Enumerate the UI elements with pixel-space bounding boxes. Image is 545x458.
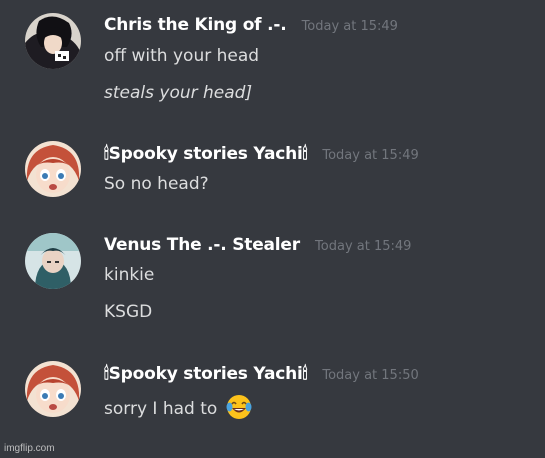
message-text: off with your head	[104, 46, 260, 66]
username[interactable]: Venus The .-. Stealer	[104, 235, 300, 255]
watermark: imgflip.com	[4, 443, 55, 454]
message-text-content: sorry I had to	[104, 399, 218, 419]
timestamp[interactable]: Today at 15:50	[322, 368, 418, 383]
message-text: sorry I had to	[104, 394, 252, 426]
username[interactable]: 🕯Spooky stories Yachi🕯	[104, 144, 307, 164]
timestamp[interactable]: Today at 15:49	[322, 148, 418, 163]
avatar[interactable]	[25, 361, 81, 417]
message-text-italic: steals your head]	[104, 83, 253, 103]
message-header: 🕯Spooky stories Yachi🕯 Today at 15:50	[104, 363, 419, 387]
message-header: Venus The .-. Stealer Today at 15:49	[104, 234, 411, 258]
red-haired-anime-avatar-icon	[25, 141, 81, 197]
message-text: KSGD	[104, 302, 153, 322]
message-header: Chris the King of .-. Today at 15:49	[104, 14, 398, 38]
message-header: 🕯Spooky stories Yachi🕯 Today at 15:49	[104, 143, 419, 167]
message-text: kinkie	[104, 265, 155, 285]
chat-panel: Chris the King of .-. Today at 15:49 off…	[0, 0, 545, 458]
username[interactable]: Chris the King of .-.	[104, 15, 287, 35]
joy-emoji-icon	[226, 394, 252, 426]
dark-haired-anime-avatar-icon	[25, 13, 81, 69]
avatar[interactable]	[25, 233, 81, 289]
timestamp[interactable]: Today at 15:49	[315, 239, 411, 254]
message-text: So no head?	[104, 174, 209, 194]
red-haired-anime-avatar-icon	[25, 361, 81, 417]
timestamp[interactable]: Today at 15:49	[302, 19, 398, 34]
message-text: steals your head]	[104, 82, 252, 104]
teal-anime-avatar-icon	[25, 233, 81, 289]
username[interactable]: 🕯Spooky stories Yachi🕯	[104, 364, 307, 384]
avatar[interactable]	[25, 13, 81, 69]
avatar[interactable]	[25, 141, 81, 197]
